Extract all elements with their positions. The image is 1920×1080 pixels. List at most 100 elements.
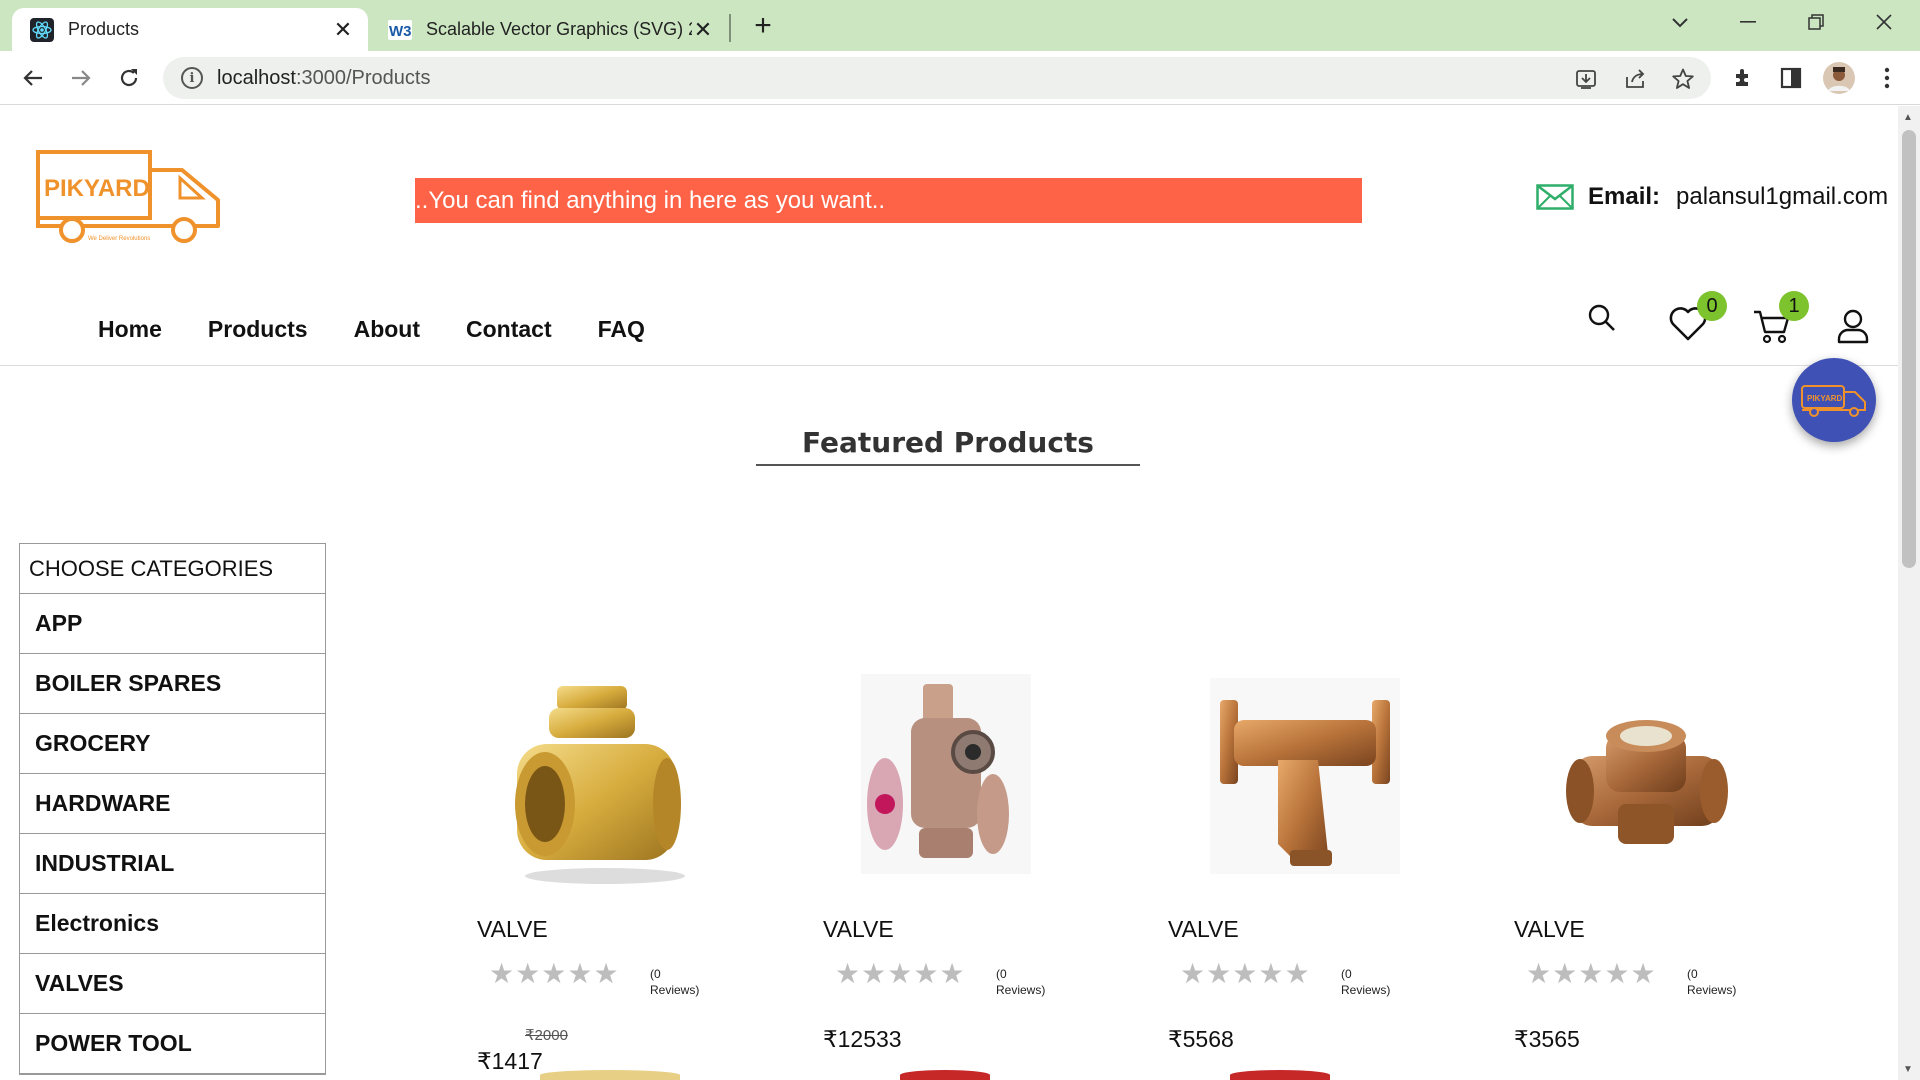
rating-stars[interactable]: ★ ★ ★ ★ ★: [489, 960, 619, 988]
share-icon[interactable]: [1622, 66, 1648, 92]
announcement-marquee: ..You can find anything in here as you w…: [415, 178, 1362, 223]
star-icon[interactable]: ★: [1284, 960, 1309, 988]
svg-text:W3: W3: [389, 23, 412, 40]
scrollbar-thumb[interactable]: [1902, 130, 1916, 568]
user-account-icon[interactable]: [1836, 308, 1876, 348]
product-price: ₹3565: [1514, 1026, 1580, 1052]
bookmark-star-icon[interactable]: [1670, 66, 1696, 92]
star-icon[interactable]: ★: [887, 960, 912, 988]
star-icon[interactable]: ★: [515, 960, 540, 988]
header-divider: [0, 365, 1898, 366]
tab-svg-spec[interactable]: W3 Scalable Vector Graphics (SVG) 2 ✕: [378, 8, 728, 51]
contact-email: Email: palansul1gmail.com: [1536, 183, 1888, 211]
nav-faq[interactable]: FAQ: [598, 316, 645, 343]
star-icon[interactable]: ★: [1180, 960, 1205, 988]
extensions-icon[interactable]: [1726, 61, 1760, 95]
star-icon[interactable]: ★: [1206, 960, 1231, 988]
rating-stars[interactable]: ★ ★ ★ ★ ★: [1180, 960, 1310, 988]
back-button[interactable]: [16, 61, 50, 95]
product-price: ₹12533: [823, 1026, 902, 1052]
star-icon[interactable]: ★: [489, 960, 514, 988]
scroll-up-arrow-icon[interactable]: ▲: [1903, 112, 1913, 123]
profile-avatar[interactable]: [1822, 61, 1856, 95]
product-name[interactable]: VALVE: [1514, 916, 1585, 943]
nav-contact[interactable]: Contact: [466, 316, 552, 343]
install-app-icon[interactable]: [1573, 66, 1599, 92]
category-boiler-spares[interactable]: BOILER SPARES: [20, 654, 325, 714]
category-electronics[interactable]: Electronics: [20, 894, 325, 954]
rating-stars[interactable]: ★ ★ ★ ★ ★: [835, 960, 965, 988]
address-bar[interactable]: i localhost:3000/Products: [163, 57, 1711, 99]
url-text: localhost:3000/Products: [217, 66, 431, 89]
page-viewport: PIKYARD We Deliver Revolutions ..You can…: [0, 106, 1898, 1080]
review-count: (0 Reviews): [1341, 967, 1391, 997]
reload-button[interactable]: [112, 61, 146, 95]
site-info-icon[interactable]: i: [181, 67, 203, 89]
tab-products[interactable]: Products ✕: [12, 8, 368, 51]
tab-search-chevron-icon[interactable]: [1660, 6, 1700, 38]
product-image[interactable]: [1514, 664, 1814, 894]
star-icon[interactable]: ★: [593, 960, 618, 988]
email-value[interactable]: palansul1gmail.com: [1676, 183, 1888, 211]
logo-wordmark: PIKYARD: [44, 175, 150, 202]
browser-menu-icon[interactable]: [1870, 61, 1904, 95]
product-name[interactable]: VALVE: [823, 916, 894, 943]
category-list-title: CHOOSE CATEGORIES: [20, 544, 325, 594]
star-icon[interactable]: ★: [1630, 960, 1655, 988]
nav-home[interactable]: Home: [98, 316, 162, 343]
product-image[interactable]: [823, 664, 1123, 894]
pikyard-logo[interactable]: PIKYARD We Deliver Revolutions: [32, 148, 224, 248]
cart-count-badge: 1: [1779, 291, 1809, 321]
restore-button[interactable]: [1796, 6, 1836, 38]
minimize-button[interactable]: [1728, 6, 1768, 38]
delivery-truck-icon: PIKYARD: [1801, 385, 1866, 417]
star-icon[interactable]: ★: [939, 960, 964, 988]
scroll-down-arrow-icon[interactable]: ▼: [1903, 1064, 1913, 1075]
star-icon[interactable]: ★: [835, 960, 860, 988]
nav-products[interactable]: Products: [208, 316, 308, 343]
fab-logo-text: PIKYARD: [1807, 394, 1842, 403]
review-count: (0 Reviews): [650, 967, 700, 997]
rating-stars[interactable]: ★ ★ ★ ★ ★: [1526, 960, 1656, 988]
section-title: Featured Products: [802, 426, 1094, 459]
category-hardware[interactable]: HARDWARE: [20, 774, 325, 834]
product-image[interactable]: [477, 664, 777, 894]
forward-button[interactable]: [64, 61, 98, 95]
close-tab-icon[interactable]: ✕: [692, 17, 714, 42]
close-window-button[interactable]: [1864, 6, 1904, 38]
browser-tab-strip: Products ✕ W3 Scalable Vector Graphics (…: [0, 0, 1920, 51]
new-tab-button[interactable]: +: [747, 9, 779, 42]
original-price: ₹2000: [525, 1027, 568, 1044]
nav-about[interactable]: About: [354, 316, 420, 343]
star-icon[interactable]: ★: [913, 960, 938, 988]
category-list: CHOOSE CATEGORIES APP BOILER SPARES GROC…: [19, 543, 326, 1075]
star-icon[interactable]: ★: [541, 960, 566, 988]
search-icon[interactable]: [1586, 302, 1626, 342]
star-icon[interactable]: ★: [567, 960, 592, 988]
tab-title: Products: [68, 19, 140, 39]
star-icon[interactable]: ★: [861, 960, 886, 988]
close-tab-icon[interactable]: ✕: [332, 17, 354, 42]
star-icon[interactable]: ★: [1604, 960, 1629, 988]
floating-delivery-button[interactable]: PIKYARD: [1792, 358, 1876, 442]
product-price: ₹5568: [1168, 1026, 1234, 1052]
star-icon[interactable]: ★: [1258, 960, 1283, 988]
page-scrollbar[interactable]: ▲ ▼: [1898, 106, 1920, 1080]
side-panel-icon[interactable]: [1774, 61, 1808, 95]
star-icon[interactable]: ★: [1578, 960, 1603, 988]
category-industrial[interactable]: INDUSTRIAL: [20, 834, 325, 894]
product-name[interactable]: VALVE: [477, 916, 548, 943]
mail-icon: [1536, 184, 1574, 210]
category-valves[interactable]: VALVES: [20, 954, 325, 1014]
category-power-tool[interactable]: POWER TOOL: [20, 1014, 325, 1074]
category-grocery[interactable]: GROCERY: [20, 714, 325, 774]
product-name[interactable]: VALVE: [1168, 916, 1239, 943]
star-icon[interactable]: ★: [1552, 960, 1577, 988]
logo-tagline: We Deliver Revolutions: [88, 236, 150, 242]
star-icon[interactable]: ★: [1232, 960, 1257, 988]
star-icon[interactable]: ★: [1526, 960, 1551, 988]
category-app[interactable]: APP: [20, 594, 325, 654]
wishlist-count-badge: 0: [1697, 291, 1727, 321]
next-row-product-image: [900, 1070, 990, 1080]
product-image[interactable]: [1168, 664, 1468, 894]
